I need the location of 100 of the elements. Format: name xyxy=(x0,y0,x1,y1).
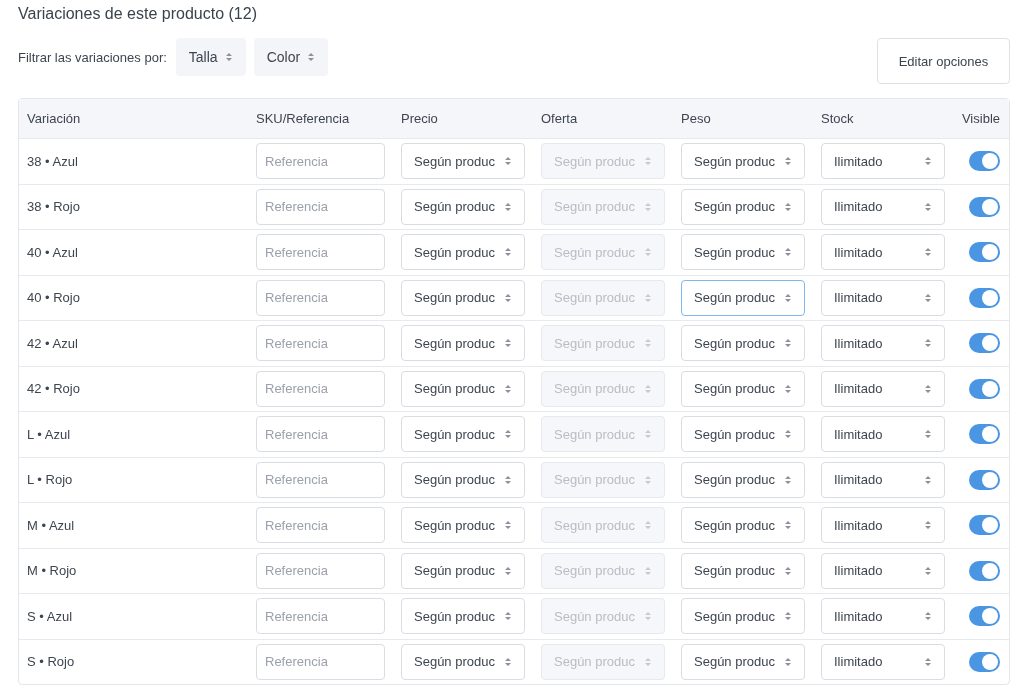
weight-select[interactable]: Según produc xyxy=(681,552,805,589)
sort-arrows-icon xyxy=(224,51,233,63)
price-select[interactable]: Según produc xyxy=(401,279,525,316)
variation-name: 40 • Azul xyxy=(27,244,78,260)
sku-input[interactable]: Referencia xyxy=(256,279,385,316)
visible-toggle[interactable] xyxy=(969,151,1000,172)
column-header: Variación xyxy=(27,111,81,126)
variation-name: L • Azul xyxy=(27,426,71,442)
sort-arrows-icon xyxy=(504,337,512,350)
sort-arrows-icon xyxy=(644,382,652,395)
sort-arrows-icon xyxy=(924,610,932,623)
sku-input[interactable]: Referencia xyxy=(256,598,385,635)
price-select[interactable]: Según produc xyxy=(401,234,525,271)
weight-select[interactable]: Según produc xyxy=(681,188,805,225)
stock-select[interactable]: Ilimitado xyxy=(821,416,945,453)
price-select[interactable]: Según produc xyxy=(401,416,525,453)
sort-arrows-icon xyxy=(644,246,652,259)
sort-arrows-icon xyxy=(504,291,512,304)
weight-select[interactable]: Según produc xyxy=(681,234,805,271)
visible-toggle[interactable] xyxy=(969,242,1000,263)
price-select[interactable]: Según produc xyxy=(401,370,525,407)
stock-select[interactable]: Ilimitado xyxy=(821,188,945,225)
sort-arrows-icon xyxy=(644,428,652,441)
weight-select[interactable]: Según produc xyxy=(681,643,805,680)
weight-select[interactable]: Según produc xyxy=(681,416,805,453)
weight-select[interactable]: Según produc xyxy=(681,143,805,180)
price-select[interactable]: Según produc xyxy=(401,552,525,589)
variation-name: 38 • Azul xyxy=(27,153,78,169)
stock-select[interactable]: Ilimitado xyxy=(821,234,945,271)
sku-input[interactable]: Referencia xyxy=(256,325,385,362)
stock-select[interactable]: Ilimitado xyxy=(821,507,945,544)
column-header: Stock xyxy=(821,111,854,126)
sort-arrows-icon xyxy=(644,473,652,486)
visible-toggle[interactable] xyxy=(969,196,1000,217)
weight-select[interactable]: Según produc xyxy=(681,507,805,544)
weight-select[interactable]: Según produc xyxy=(681,279,805,316)
sort-arrows-icon xyxy=(924,246,932,259)
sku-input[interactable]: Referencia xyxy=(256,507,385,544)
visible-toggle[interactable] xyxy=(969,515,1000,536)
visible-toggle[interactable] xyxy=(969,378,1000,399)
price-select[interactable]: Según produc xyxy=(401,325,525,362)
weight-select[interactable]: Según produc xyxy=(681,370,805,407)
stock-select[interactable]: Ilimitado xyxy=(821,643,945,680)
column-header: Precio xyxy=(401,111,438,126)
price-select[interactable]: Según produc xyxy=(401,143,525,180)
sku-input[interactable]: Referencia xyxy=(256,461,385,498)
sku-input[interactable]: Referencia xyxy=(256,643,385,680)
visible-toggle[interactable] xyxy=(969,469,1000,490)
visible-toggle[interactable] xyxy=(969,560,1000,581)
variation-name: 42 • Rojo xyxy=(27,381,80,397)
visible-toggle[interactable] xyxy=(969,333,1000,354)
stock-select[interactable]: Ilimitado xyxy=(821,143,945,180)
sort-arrows-icon xyxy=(924,655,932,668)
sort-arrows-icon xyxy=(644,655,652,668)
stock-select[interactable]: Ilimitado xyxy=(821,552,945,589)
price-select[interactable]: Según produc xyxy=(401,507,525,544)
visible-toggle[interactable] xyxy=(969,651,1000,672)
price-select[interactable]: Según produc xyxy=(401,598,525,635)
sku-input[interactable]: Referencia xyxy=(256,552,385,589)
sort-arrows-icon xyxy=(504,428,512,441)
visible-toggle[interactable] xyxy=(969,287,1000,308)
sku-input[interactable]: Referencia xyxy=(256,188,385,225)
sort-arrows-icon xyxy=(644,337,652,350)
sort-arrows-icon xyxy=(784,291,792,304)
filter-dropdown[interactable]: Color xyxy=(253,38,329,76)
sku-input[interactable]: Referencia xyxy=(256,370,385,407)
sort-arrows-icon xyxy=(644,200,652,213)
sort-arrows-icon xyxy=(644,564,652,577)
price-select[interactable]: Según produc xyxy=(401,643,525,680)
sort-arrows-icon xyxy=(644,155,652,168)
sku-input[interactable]: Referencia xyxy=(256,143,385,180)
stock-select[interactable]: Ilimitado xyxy=(821,461,945,498)
sort-arrows-icon xyxy=(784,200,792,213)
sort-arrows-icon xyxy=(504,610,512,623)
visible-toggle[interactable] xyxy=(969,606,1000,627)
sort-arrows-icon xyxy=(504,382,512,395)
stock-select[interactable]: Ilimitado xyxy=(821,370,945,407)
price-select[interactable]: Según produc xyxy=(401,461,525,498)
sort-arrows-icon xyxy=(784,519,792,532)
sku-input[interactable]: Referencia xyxy=(256,234,385,271)
column-header: SKU/Referencia xyxy=(256,111,350,126)
sort-arrows-icon xyxy=(784,337,792,350)
sort-arrows-icon xyxy=(924,155,932,168)
sort-arrows-icon xyxy=(784,382,792,395)
stock-select[interactable]: Ilimitado xyxy=(821,598,945,635)
sort-arrows-icon xyxy=(924,564,932,577)
sku-input[interactable]: Referencia xyxy=(256,416,385,453)
weight-select[interactable]: Según produc xyxy=(681,461,805,498)
visible-toggle[interactable] xyxy=(969,424,1000,445)
price-select[interactable]: Según produc xyxy=(401,188,525,225)
sort-arrows-icon xyxy=(504,473,512,486)
weight-select[interactable]: Según produc xyxy=(681,325,805,362)
stock-select[interactable]: Ilimitado xyxy=(821,279,945,316)
filter-dropdown[interactable]: Talla xyxy=(175,38,246,76)
stock-select[interactable]: Ilimitado xyxy=(821,325,945,362)
edit-options-button[interactable]: Editar opciones xyxy=(877,38,1010,84)
sort-arrows-icon xyxy=(644,610,652,623)
variation-name: S • Azul xyxy=(27,608,73,624)
weight-select[interactable]: Según produc xyxy=(681,598,805,635)
sort-arrows-icon xyxy=(504,155,512,168)
